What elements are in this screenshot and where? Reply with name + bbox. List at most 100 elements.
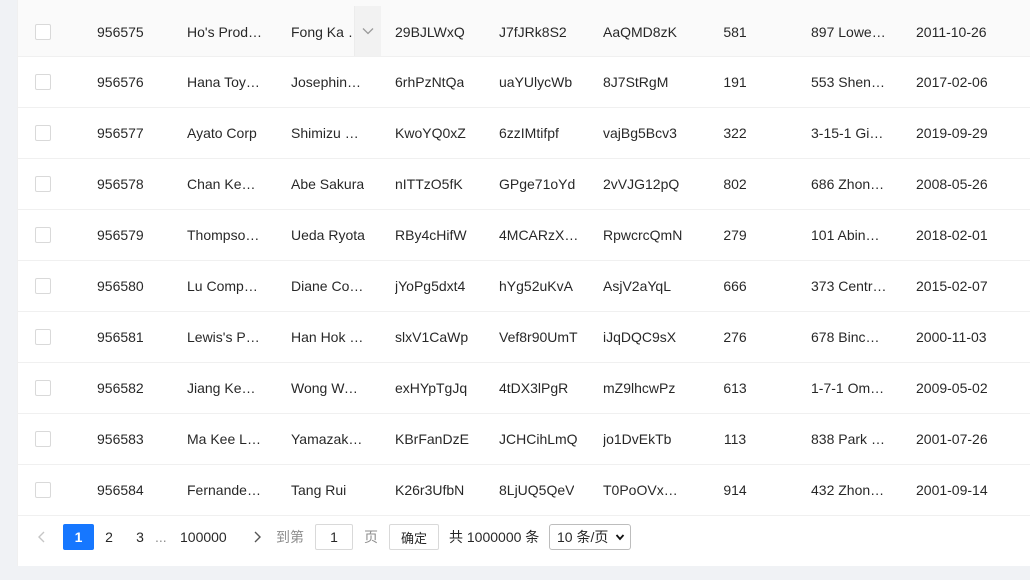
- date-cell-text: 2001-07-26: [916, 431, 988, 447]
- table-row[interactable]: 956582 Jiang Kee Co Wong Wai Man exHYpTgJq 4…: [18, 363, 1030, 414]
- address-cell: 553 Shenzhen Rd: [811, 57, 887, 107]
- quantity-cell: 279: [708, 210, 762, 260]
- quantity-cell: 581: [708, 6, 762, 57]
- code-b-cell-text: 6zzIMtifpf: [499, 125, 559, 141]
- date-cell-text: 2019-09-29: [916, 125, 988, 141]
- table-row[interactable]: 956583 Ma Kee Logistics Yamazaki Hina KBrFa…: [18, 414, 1030, 465]
- code-c-cell-text: 2vVJG12pQ: [603, 176, 680, 192]
- page-3-button[interactable]: 3: [127, 524, 153, 550]
- address-cell: 3-15-1 Ginza: [811, 108, 887, 158]
- code-b-cell-text: JCHCihLmQ: [499, 431, 578, 447]
- row-checkbox[interactable]: [35, 74, 51, 90]
- quantity-cell: 914: [708, 465, 762, 515]
- table-panel: 956575Ho's ProductionFong Ka Ming29BJLWx…: [17, 0, 1030, 566]
- code-b-cell-text: 8LjUQ5QeV: [499, 482, 575, 498]
- code-b-cell-text: 4MCARzXkd: [499, 227, 579, 243]
- pagination-prev-button[interactable]: [36, 524, 48, 550]
- row-checkbox[interactable]: [35, 176, 51, 192]
- row-checkbox[interactable]: [35, 278, 51, 294]
- row-checkbox[interactable]: [35, 227, 51, 243]
- date-cell: 2008-05-26: [916, 159, 1016, 209]
- quantity-cell: 322: [708, 108, 762, 158]
- row-id-cell-text: 956577: [97, 125, 144, 141]
- company-cell-text: Ma Kee Logistics: [187, 431, 263, 447]
- company-cell-text: Hana Toys Inc: [187, 74, 263, 90]
- code-a-cell-text: jYoPg5dxt4: [395, 278, 466, 294]
- code-b-cell: Vef8r90UmT: [499, 312, 579, 362]
- code-b-cell-text: hYg52uKvA: [499, 278, 573, 294]
- row-select-cell: [35, 261, 53, 311]
- chevron-down-icon: [362, 28, 374, 35]
- date-cell: 2019-09-29: [916, 108, 1016, 158]
- address-cell: 686 Zhongshan Rd: [811, 159, 887, 209]
- row-checkbox[interactable]: [35, 125, 51, 141]
- chevron-right-icon: [254, 531, 261, 543]
- company-cell-text: Lewis's Pharmacy: [187, 329, 263, 345]
- quantity-cell-text: 581: [723, 23, 747, 40]
- date-cell-text: 2001-09-14: [916, 482, 988, 498]
- code-c-cell: AaQMD8zK: [603, 6, 683, 57]
- column-filter-dropdown[interactable]: [354, 6, 381, 56]
- code-a-cell: 6rhPzNtQa: [395, 57, 469, 107]
- row-checkbox[interactable]: [35, 23, 51, 40]
- company-cell-text: Thompson Inc: [187, 227, 263, 243]
- row-select-cell: [35, 108, 53, 158]
- code-b-cell: 8LjUQ5QeV: [499, 465, 579, 515]
- row-id-cell-text: 956581: [97, 329, 144, 345]
- page-1-button[interactable]: 1: [63, 524, 94, 550]
- address-cell: 1-7-1 Omotesando: [811, 363, 887, 413]
- date-cell: 2018-02-01: [916, 210, 1016, 260]
- row-checkbox[interactable]: [35, 380, 51, 396]
- row-id-cell-text: 956584: [97, 482, 144, 498]
- contact-cell: Ueda Ryota: [291, 210, 365, 260]
- table-row[interactable]: 956580 Lu Company Diane Cooper jYoPg5dxt4 hY…: [18, 261, 1030, 312]
- goto-page-input[interactable]: [315, 524, 353, 550]
- company-cell: Ayato Corp: [187, 108, 263, 158]
- code-b-cell: uaYUlycWb: [499, 57, 579, 107]
- date-cell: 2015-02-07: [916, 261, 1016, 311]
- table-row[interactable]: 956578 Chan Kee Ltd Abe Sakura nITTzO5fK GPg…: [18, 159, 1030, 210]
- address-cell: 678 Binchuan Rd: [811, 312, 887, 362]
- row-checkbox[interactable]: [35, 329, 51, 345]
- row-checkbox[interactable]: [35, 482, 51, 498]
- quantity-cell: 613: [708, 363, 762, 413]
- code-a-cell: 29BJLWxQ: [395, 6, 469, 57]
- quantity-cell: 276: [708, 312, 762, 362]
- page-2-button[interactable]: 2: [96, 524, 122, 550]
- address-cell: 101 Abingdon Rd: [811, 210, 887, 260]
- contact-cell-text: Ueda Ryota: [291, 227, 365, 243]
- row-checkbox[interactable]: [35, 431, 51, 447]
- contact-cell: Tang Rui: [291, 465, 365, 515]
- confirm-button[interactable]: 确定: [389, 524, 439, 550]
- contact-cell: Wong Wai Man: [291, 363, 365, 413]
- code-a-cell: nITTzO5fK: [395, 159, 469, 209]
- contact-cell: Josephine Lee: [291, 57, 365, 107]
- row-id-cell-text: 956583: [97, 431, 144, 447]
- code-a-cell: KwoYQ0xZ: [395, 108, 469, 158]
- table-row[interactable]: 956584 Fernandez Group Tang Rui K26r3UfbN 8L…: [18, 465, 1030, 516]
- table-row[interactable]: 956576 Hana Toys Inc Josephine Lee 6rhPzNtQ…: [18, 57, 1030, 108]
- code-b-cell: 4MCARzXkd: [499, 210, 579, 260]
- code-b-cell: 6zzIMtifpf: [499, 108, 579, 158]
- address-cell: 838 Park Lane: [811, 414, 887, 464]
- date-cell: 2000-11-03: [916, 312, 1016, 362]
- table-row[interactable]: 956581 Lewis's Pharmacy Han Hok Lam slxV1Ca…: [18, 312, 1030, 363]
- row-id-cell-text: 956576: [97, 74, 144, 90]
- table-row[interactable]: 956575Ho's ProductionFong Ka Ming29BJLWx…: [18, 0, 1030, 57]
- contact-cell-text: Josephine Lee: [291, 74, 365, 90]
- row-id-cell: 956578: [97, 159, 167, 209]
- table-row[interactable]: 956579 Thompson Inc Ueda Ryota RBy4cHifW 4MC…: [18, 210, 1030, 261]
- company-cell: Lu Company: [187, 261, 263, 311]
- pagination-ellipsis[interactable]: ...: [155, 524, 167, 550]
- company-cell-text: Fernandez Group: [187, 482, 263, 498]
- row-id-cell: 956577: [97, 108, 167, 158]
- code-c-cell-text: jo1DvEkTb: [603, 431, 672, 447]
- code-a-cell: RBy4cHifW: [395, 210, 469, 260]
- pagination-next-button[interactable]: [251, 524, 263, 550]
- code-c-cell-text: mZ9lhcwPz: [603, 380, 676, 396]
- quantity-cell-text: 276: [723, 329, 747, 345]
- date-cell-text: 2017-02-06: [916, 74, 988, 90]
- page-last-button[interactable]: 100000: [180, 524, 227, 550]
- page-size-select[interactable]: 10 条/页: [549, 524, 631, 550]
- table-row[interactable]: 956577 Ayato Corp Shimizu Ren KwoYQ0xZ 6zzIM…: [18, 108, 1030, 159]
